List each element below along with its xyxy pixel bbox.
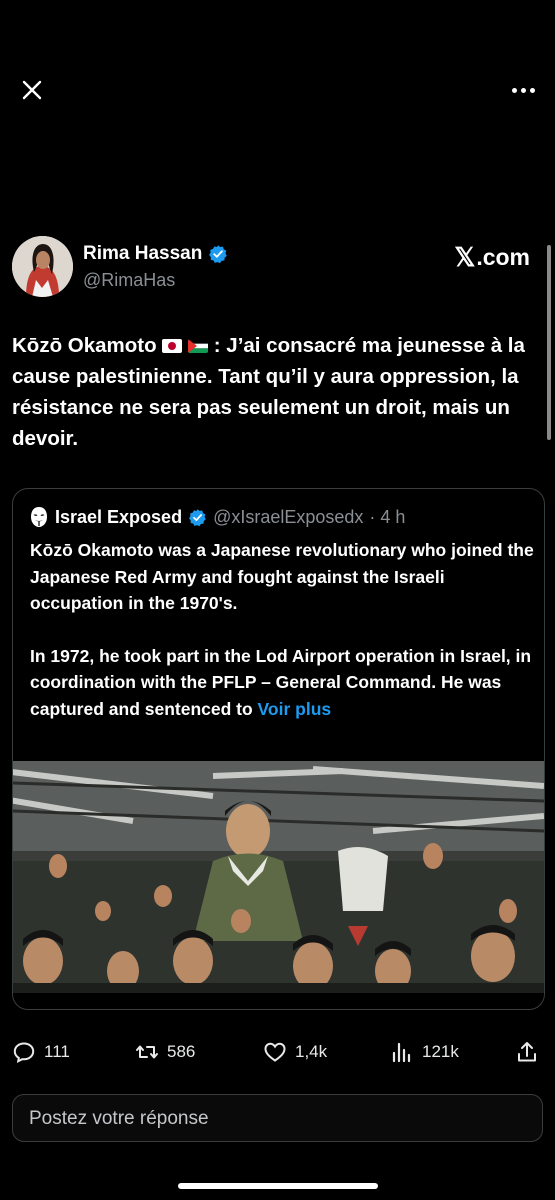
show-more-link[interactable]: Voir plus	[258, 699, 332, 719]
close-icon	[22, 80, 42, 100]
reply-composer	[12, 1094, 543, 1143]
share-button[interactable]	[515, 1040, 539, 1064]
x-logo-icon: 𝕏	[454, 242, 476, 272]
heart-icon	[264, 1042, 286, 1062]
more-options-button[interactable]	[507, 74, 539, 106]
reply-count: 111	[44, 1042, 70, 1061]
quote-author-handle[interactable]: @xIsraelExposedx	[213, 507, 363, 528]
retweet-count: 586	[167, 1042, 196, 1061]
anonymous-mask-icon	[31, 507, 47, 527]
tweet-text-intro: : J’ai consacré ma jeunesse	[213, 334, 485, 357]
reply-input[interactable]	[27, 1095, 531, 1143]
verified-badge-icon	[209, 245, 228, 264]
quote-paragraph-2: In 1972, he took part in the Lod Airport…	[30, 643, 535, 723]
site-domain: .com	[476, 244, 530, 270]
view-count: 121k	[422, 1042, 459, 1061]
share-icon	[518, 1042, 536, 1062]
quote-timestamp: · 4 h	[369, 506, 406, 527]
author-name[interactable]: Rima Hassan	[83, 243, 228, 265]
tweet-text: Kōzō Okamoto : J’ai consacré ma jeunesse…	[12, 330, 547, 454]
avatar[interactable]	[12, 236, 73, 297]
reply-button[interactable]: 111	[12, 1040, 70, 1064]
home-indicator[interactable]	[178, 1183, 378, 1189]
quote-paragraph-1: Kōzō Okamoto was a Japanese revolutionar…	[30, 540, 534, 613]
top-bar	[0, 60, 555, 120]
more-icon	[511, 87, 535, 93]
like-button[interactable]: 1,4k	[263, 1040, 327, 1064]
author-handle[interactable]: @RimaHas	[83, 270, 175, 291]
retweet-icon	[136, 1045, 158, 1059]
palestine-flag-icon	[188, 339, 209, 353]
views-chart-icon	[392, 1042, 411, 1063]
views-button[interactable]: 121k	[390, 1040, 459, 1064]
scrollbar[interactable]	[547, 245, 551, 440]
close-button[interactable]	[16, 74, 48, 106]
x-logo-link[interactable]: 𝕏 .com	[454, 242, 530, 273]
author-header: Rima Hassan @RimaHas 𝕏 .com	[12, 236, 542, 300]
tweet-name-part: Kōzō Okamoto	[12, 334, 157, 357]
quote-author-name[interactable]: Israel Exposed	[55, 507, 182, 528]
like-count: 1,4k	[295, 1042, 328, 1061]
retweet-button[interactable]: 586	[135, 1040, 195, 1064]
quoted-tweet[interactable]: Israel Exposed @xIsraelExposedx · 4 h Kō…	[12, 488, 545, 1010]
quote-text: Kōzō Okamoto was a Japanese revolutionar…	[30, 537, 535, 722]
tweet-actions: 111 586 1,4k 121k	[12, 1040, 545, 1076]
quote-header: Israel Exposed @xIsraelExposedx · 4 h	[29, 506, 405, 528]
japan-flag-icon	[162, 339, 183, 353]
verified-badge-icon	[189, 508, 206, 526]
author-name-text: Rima Hassan	[83, 243, 203, 264]
reply-icon	[13, 1042, 35, 1063]
quoted-tweet-photo[interactable]	[13, 761, 544, 993]
